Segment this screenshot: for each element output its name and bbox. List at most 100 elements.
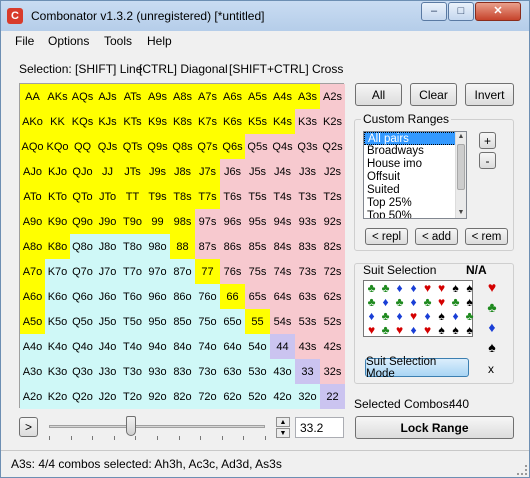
menu-options[interactable]: Options xyxy=(48,34,89,48)
hand-cell-22[interactable]: 22 xyxy=(320,384,345,409)
hand-cell-98o[interactable]: 98o xyxy=(145,234,170,259)
hand-cell-A7o[interactable]: A7o xyxy=(20,259,45,284)
hand-cell-53o[interactable]: 53o xyxy=(245,359,270,384)
hand-cell-A5s[interactable]: A5s xyxy=(245,84,270,109)
hand-cell-55[interactable]: 55 xyxy=(245,309,270,334)
hand-cell-J4o[interactable]: J4o xyxy=(95,334,120,359)
hand-cell-T5o[interactable]: T5o xyxy=(120,309,145,334)
hand-cell-A7s[interactable]: A7s xyxy=(195,84,220,109)
hand-cell-Q6o[interactable]: Q6o xyxy=(70,284,95,309)
hand-cell-J2s[interactable]: J2s xyxy=(320,159,345,184)
hand-cell-74o[interactable]: 74o xyxy=(195,334,220,359)
hand-cell-K3o[interactable]: K3o xyxy=(45,359,70,384)
hand-cell-K9o[interactable]: K9o xyxy=(45,209,70,234)
hand-cell-Q3o[interactable]: Q3o xyxy=(70,359,95,384)
hand-cell-84s[interactable]: 84s xyxy=(270,234,295,259)
scroll-thumb[interactable] xyxy=(457,144,465,190)
hand-cell-KTo[interactable]: KTo xyxy=(45,184,70,209)
hand-cell-QTo[interactable]: QTo xyxy=(70,184,95,209)
hand-cell-A9o[interactable]: A9o xyxy=(20,209,45,234)
suit-cell[interactable]: ♠ xyxy=(463,324,476,337)
hand-cell-43s[interactable]: 43s xyxy=(295,334,320,359)
suit-filter-hearts-icon[interactable]: ♥ xyxy=(484,279,500,295)
hand-cell-82o[interactable]: 82o xyxy=(170,384,195,409)
custom-ranges-list[interactable]: All pairs Broadways House imo Offsuit Suited… xyxy=(363,131,467,219)
remove-from-range-button[interactable]: < rem xyxy=(465,228,508,245)
hand-cell-62o[interactable]: 62o xyxy=(220,384,245,409)
suit-cell[interactable]: ♠ xyxy=(463,296,476,309)
hand-cell-AJs[interactable]: AJs xyxy=(95,84,120,109)
hand-cell-63o[interactable]: 63o xyxy=(220,359,245,384)
hand-cell-KQs[interactable]: KQs xyxy=(70,109,95,134)
hand-cell-QTs[interactable]: QTs xyxy=(120,134,145,159)
hand-cell-K7s[interactable]: K7s xyxy=(195,109,220,134)
hand-cell-95s[interactable]: 95s xyxy=(245,209,270,234)
hand-cell-T6s[interactable]: T6s xyxy=(220,184,245,209)
hand-cell-J3o[interactable]: J3o xyxy=(95,359,120,384)
hand-cell-K4o[interactable]: K4o xyxy=(45,334,70,359)
hand-cell-Q2s[interactable]: Q2s xyxy=(320,134,345,159)
hand-cell-T4o[interactable]: T4o xyxy=(120,334,145,359)
hand-cell-TT[interactable]: TT xyxy=(120,184,145,209)
hand-cell-83o[interactable]: 83o xyxy=(170,359,195,384)
hand-cell-J9o[interactable]: J9o xyxy=(95,209,120,234)
hand-cell-AKs[interactable]: AKs xyxy=(45,84,70,109)
hand-cell-KTs[interactable]: KTs xyxy=(120,109,145,134)
suit-cell[interactable]: ♣ xyxy=(449,296,462,309)
hand-cell-T7o[interactable]: T7o xyxy=(120,259,145,284)
hand-cell-72s[interactable]: 72s xyxy=(320,259,345,284)
hand-cell-53s[interactable]: 53s xyxy=(295,309,320,334)
hand-cell-J5s[interactable]: J5s xyxy=(245,159,270,184)
list-item[interactable]: Suited xyxy=(364,184,466,197)
close-button[interactable]: ✕ xyxy=(475,2,521,21)
hand-cell-66[interactable]: 66 xyxy=(220,284,245,309)
hand-cell-K7o[interactable]: K7o xyxy=(45,259,70,284)
hand-cell-93s[interactable]: 93s xyxy=(295,209,320,234)
hand-cell-QJs[interactable]: QJs xyxy=(95,134,120,159)
menu-tools[interactable]: Tools xyxy=(104,34,132,48)
suit-cell[interactable]: ♥ xyxy=(393,324,406,337)
hand-cell-75o[interactable]: 75o xyxy=(195,309,220,334)
hand-cell-98s[interactable]: 98s xyxy=(170,209,195,234)
hand-cell-J7s[interactable]: J7s xyxy=(195,159,220,184)
hand-cell-Q4o[interactable]: Q4o xyxy=(70,334,95,359)
hand-cell-86s[interactable]: 86s xyxy=(220,234,245,259)
list-item[interactable]: Broadways xyxy=(364,145,466,158)
hand-cell-K6o[interactable]: K6o xyxy=(45,284,70,309)
chevron-down-icon[interactable]: ▼ xyxy=(276,428,290,438)
suit-cell[interactable]: ♠ xyxy=(435,310,448,323)
hand-cell-J2o[interactable]: J2o xyxy=(95,384,120,409)
hand-cell-T9s[interactable]: T9s xyxy=(145,184,170,209)
suit-cell[interactable]: ♣ xyxy=(421,296,434,309)
menu-file[interactable]: File xyxy=(15,34,34,48)
hand-cell-44[interactable]: 44 xyxy=(270,334,295,359)
suit-cell[interactable]: ♥ xyxy=(407,310,420,323)
hand-cell-ATo[interactable]: ATo xyxy=(20,184,45,209)
suit-filter-diamonds-icon[interactable]: ♦ xyxy=(484,319,500,335)
suit-cell[interactable]: ♣ xyxy=(379,310,392,323)
hand-cell-T3o[interactable]: T3o xyxy=(120,359,145,384)
suit-cell[interactable]: ♦ xyxy=(393,310,406,323)
suit-cell[interactable]: ♦ xyxy=(365,310,378,323)
hand-cell-J7o[interactable]: J7o xyxy=(95,259,120,284)
suit-cell[interactable]: ♣ xyxy=(365,296,378,309)
menu-help[interactable]: Help xyxy=(147,34,172,48)
hand-cell-A6s[interactable]: A6s xyxy=(220,84,245,109)
range-slider-track[interactable] xyxy=(49,425,265,428)
hand-cell-AKo[interactable]: AKo xyxy=(20,109,45,134)
replace-range-button[interactable]: < repl xyxy=(365,228,408,245)
hand-cell-92o[interactable]: 92o xyxy=(145,384,170,409)
chevron-up-icon[interactable]: ▲ xyxy=(276,417,290,427)
hand-cell-63s[interactable]: 63s xyxy=(295,284,320,309)
hand-cell-A8o[interactable]: A8o xyxy=(20,234,45,259)
hand-cell-J4s[interactable]: J4s xyxy=(270,159,295,184)
suit-clear-x[interactable]: x xyxy=(488,362,494,376)
hand-cell-64s[interactable]: 64s xyxy=(270,284,295,309)
hand-cell-85s[interactable]: 85s xyxy=(245,234,270,259)
scroll-down-icon[interactable]: ▼ xyxy=(456,208,466,218)
hand-cell-A4o[interactable]: A4o xyxy=(20,334,45,359)
lock-range-button[interactable]: Lock Range xyxy=(355,416,514,439)
hand-cell-54o[interactable]: 54o xyxy=(245,334,270,359)
hand-cell-Q2o[interactable]: Q2o xyxy=(70,384,95,409)
hand-cell-JJ[interactable]: JJ xyxy=(95,159,120,184)
